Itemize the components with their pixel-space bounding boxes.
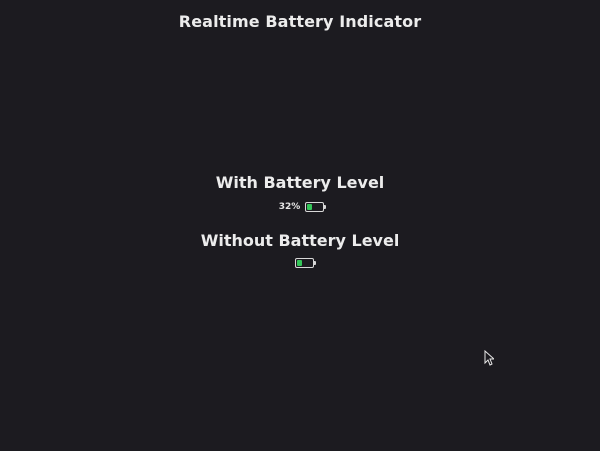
battery-icon [305, 202, 327, 212]
mouse-pointer-icon [484, 350, 494, 366]
battery-icon [294, 258, 316, 268]
battery-fill [296, 260, 302, 266]
battery-fill [307, 204, 313, 210]
section-heading-without-level: Without Battery Level [200, 231, 400, 250]
battery-indicator-with-level: 32% [0, 202, 600, 212]
section-heading-with-level: With Battery Level [215, 173, 385, 192]
battery-level-text: 32% [278, 202, 301, 212]
page: Realtime Battery Indicator With Battery … [0, 0, 600, 451]
battery-indicator-without-level [4, 258, 600, 268]
page-title: Realtime Battery Indicator [178, 12, 422, 31]
